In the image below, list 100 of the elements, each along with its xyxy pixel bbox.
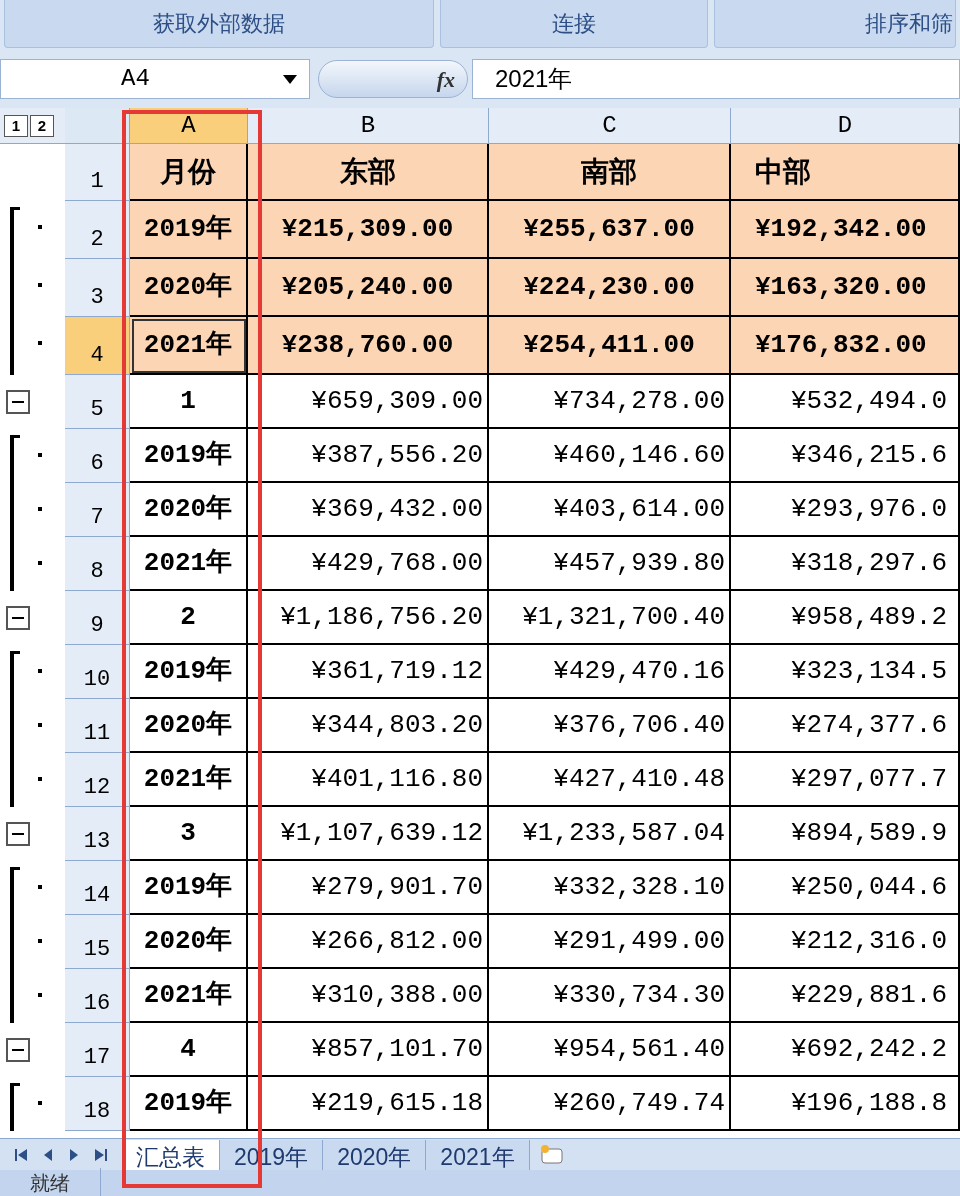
formula-function-button[interactable]: fx (318, 60, 468, 98)
row-number[interactable]: 17 (65, 1023, 130, 1077)
last-sheet-icon[interactable] (94, 1147, 109, 1162)
table-cell: ¥429,470.16 (489, 645, 731, 699)
table-cell: ¥361,719.12 (248, 645, 489, 699)
ribbon-group-label: 连接 (440, 0, 708, 48)
row-number[interactable]: 7 (65, 483, 130, 537)
table-cell: ¥734,278.00 (489, 375, 731, 429)
collapse-icon[interactable] (6, 390, 30, 414)
table-cell: ¥387,556.20 (248, 429, 489, 483)
row-number[interactable]: 8 (65, 537, 130, 591)
table-cell: 2 (130, 591, 248, 645)
collapse-icon[interactable] (6, 1038, 30, 1062)
first-sheet-icon[interactable] (13, 1147, 28, 1162)
table-cell: ¥279,901.70 (248, 861, 489, 915)
row-number[interactable]: 10 (65, 645, 130, 699)
outline-level-button[interactable]: 2 (30, 114, 54, 137)
table-cell: 2021年 (130, 753, 248, 807)
select-all-corner[interactable] (65, 108, 130, 143)
row-number[interactable]: 2 (65, 201, 130, 259)
table-cell: ¥163,320.00 (731, 259, 960, 317)
table-cell: ¥958,489.2 (731, 591, 960, 645)
table-cell: ¥427,410.48 (489, 753, 731, 807)
formula-input[interactable]: 2021年 (472, 59, 960, 99)
column-header[interactable]: D (731, 108, 960, 143)
table-cell: 月份 (130, 144, 248, 201)
table-cell: ¥692,242.2 (731, 1023, 960, 1077)
table-cell: 2019年 (130, 1077, 248, 1131)
status-text: 就绪 (0, 1168, 101, 1196)
table-cell: 2019年 (130, 429, 248, 483)
table-cell: 2019年 (130, 201, 248, 259)
table-cell: ¥376,706.40 (489, 699, 731, 753)
table-cell: ¥429,768.00 (248, 537, 489, 591)
table-cell: ¥403,614.00 (489, 483, 731, 537)
table-cell: ¥293,976.0 (731, 483, 960, 537)
table-cell: 2020年 (130, 699, 248, 753)
table-cell: ¥344,803.20 (248, 699, 489, 753)
table-cell: 2019年 (130, 861, 248, 915)
row-number[interactable]: 11 (65, 699, 130, 753)
row-number[interactable]: 4 (65, 317, 130, 375)
table-cell: ¥1,233,587.04 (489, 807, 731, 861)
ribbon-group-label: 排序和筛 (714, 0, 956, 48)
table-cell: ¥260,749.74 (489, 1077, 731, 1131)
previous-sheet-icon[interactable] (43, 1147, 54, 1162)
name-box[interactable]: A4 (0, 59, 310, 99)
table-cell: ¥323,134.5 (731, 645, 960, 699)
table-cell: ¥297,077.7 (731, 753, 960, 807)
table-cell: ¥229,881.6 (731, 969, 960, 1023)
table-cell: ¥254,411.00 (489, 317, 731, 375)
table-cell: ¥196,188.8 (731, 1077, 960, 1131)
row-number[interactable]: 15 (65, 915, 130, 969)
row-number[interactable]: 12 (65, 753, 130, 807)
sheet-tab[interactable]: 2021年 (426, 1139, 530, 1170)
table-cell: ¥176,832.00 (731, 317, 960, 375)
table-cell: ¥291,499.00 (489, 915, 731, 969)
table-cell: ¥954,561.40 (489, 1023, 731, 1077)
outline-level-button[interactable]: 1 (4, 114, 28, 137)
table-cell: 2021年 (130, 969, 248, 1023)
table-cell: ¥346,215.6 (731, 429, 960, 483)
sheet-tab[interactable]: 2020年 (323, 1139, 427, 1170)
table-cell: ¥219,615.18 (248, 1077, 489, 1131)
table-cell: ¥238,760.00 (248, 317, 489, 375)
table-cell: 2020年 (130, 259, 248, 317)
collapse-icon[interactable] (6, 822, 30, 846)
table-cell: 2020年 (130, 915, 248, 969)
table-cell: 3 (130, 807, 248, 861)
table-cell: ¥401,116.80 (248, 753, 489, 807)
ribbon-group-label: 获取外部数据 (4, 0, 434, 48)
table-cell: 2019年 (130, 645, 248, 699)
table-cell: ¥318,297.6 (731, 537, 960, 591)
table-cell: ¥310,388.00 (248, 969, 489, 1023)
table-cell: ¥192,342.00 (731, 201, 960, 259)
table-cell: ¥255,637.00 (489, 201, 731, 259)
row-number[interactable]: 5 (65, 375, 130, 429)
row-number[interactable]: 3 (65, 259, 130, 317)
dropdown-caret-icon[interactable] (283, 74, 297, 84)
table-cell: ¥1,186,756.20 (248, 591, 489, 645)
row-number[interactable]: 6 (65, 429, 130, 483)
table-cell: 4 (130, 1023, 248, 1077)
row-number[interactable]: 9 (65, 591, 130, 645)
table-cell: ¥212,316.0 (731, 915, 960, 969)
row-number[interactable]: 16 (65, 969, 130, 1023)
row-number[interactable]: 13 (65, 807, 130, 861)
table-cell: ¥224,230.00 (489, 259, 731, 317)
row-number[interactable]: 18 (65, 1077, 130, 1131)
table-cell: 2021年 (130, 317, 248, 375)
table-cell: ¥532,494.0 (731, 375, 960, 429)
row-number[interactable]: 14 (65, 861, 130, 915)
table-cell: ¥250,044.6 (731, 861, 960, 915)
next-sheet-icon[interactable] (68, 1147, 79, 1162)
table-cell: 2021年 (130, 537, 248, 591)
table-cell: ¥460,146.60 (489, 429, 731, 483)
column-header[interactable]: B (248, 108, 489, 143)
table-cell: 中部 (731, 144, 960, 201)
table-cell: ¥332,328.10 (489, 861, 731, 915)
table-cell: ¥330,734.30 (489, 969, 731, 1023)
collapse-icon[interactable] (6, 606, 30, 630)
column-header[interactable]: C (489, 108, 731, 143)
row-number[interactable]: 1 (65, 144, 130, 201)
table-cell: ¥857,101.70 (248, 1023, 489, 1077)
